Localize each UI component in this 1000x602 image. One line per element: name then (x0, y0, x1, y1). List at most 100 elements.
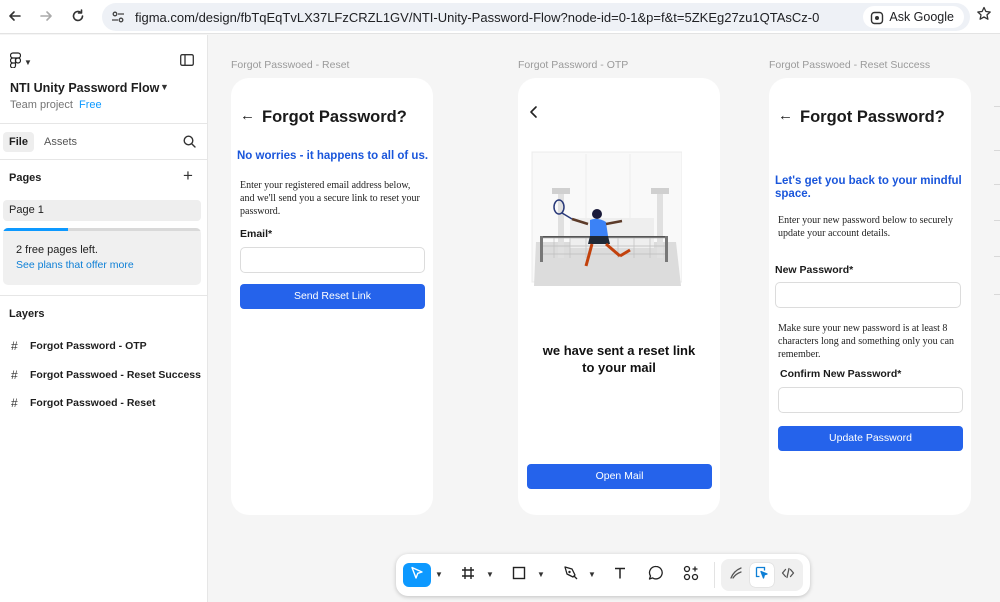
code-icon (781, 566, 795, 585)
frame-reset-success[interactable]: ← Forgot Password? Let's get you back to… (769, 78, 971, 515)
chevron-down-icon[interactable]: ▼ (160, 82, 169, 92)
browser-toolbar: figma.com/design/fbTqEqTvLX37LFzCRZL1GV/… (0, 0, 1000, 34)
email-label: Email* (240, 228, 273, 240)
layers-panel: ▼ NTI Unity Password Flow ▼ Team project… (0, 35, 208, 602)
shape-tool-button[interactable] (507, 563, 531, 587)
frame-icon: # (11, 368, 18, 382)
cursor-icon (410, 566, 424, 585)
draw-mode-button[interactable] (724, 563, 748, 587)
open-mail-button[interactable]: Open Mail (527, 464, 712, 489)
address-bar[interactable]: figma.com/design/fbTqEqTvLX37LFzCRZL1GV/… (102, 3, 970, 31)
lens-icon (870, 10, 884, 32)
back-icon[interactable] (4, 5, 26, 27)
chevron-down-icon[interactable]: ▼ (435, 570, 443, 579)
see-plans-link[interactable]: See plans that offer more (16, 259, 134, 271)
reset-heading: Forgot Password? (262, 108, 407, 126)
back-arrow-icon[interactable]: ← (778, 107, 793, 124)
pages-heading: Pages (9, 172, 42, 184)
add-page-icon[interactable]: + (183, 167, 193, 184)
update-password-button[interactable]: Update Password (778, 426, 963, 451)
frame-icon: # (11, 339, 18, 353)
confirm-password-field[interactable] (778, 387, 963, 413)
tab-assets[interactable]: Assets (44, 136, 77, 148)
layer-label: Forgot Passwoed - Reset (30, 397, 156, 409)
frame-icon: # (11, 396, 18, 410)
project-name[interactable]: NTI Unity Password Flow (10, 81, 159, 95)
layer-item[interactable]: # Forgot Passwoed - Reset Success (0, 365, 207, 385)
message-line-2: to your mail (582, 360, 656, 375)
bottom-toolbar: ▼ ▼ ▼ ▼ (396, 554, 810, 596)
text-icon (613, 566, 627, 585)
comment-tool-button[interactable] (644, 563, 668, 587)
ruler-tick (994, 184, 1000, 185)
layer-item[interactable]: # Forgot Password - OTP (0, 336, 207, 356)
page-item[interactable]: Page 1 (3, 200, 201, 221)
ruler-tick (994, 256, 1000, 257)
new-password-field[interactable] (775, 282, 961, 308)
search-icon[interactable] (183, 135, 196, 153)
frame-reset[interactable]: ← Forgot Password? No worries - it happe… (231, 78, 433, 515)
send-reset-link-button[interactable]: Send Reset Link (240, 284, 425, 309)
bookmark-star-icon[interactable] (976, 6, 992, 27)
message-line-1: we have sent a reset link (542, 343, 696, 358)
ruler-tick (994, 150, 1000, 151)
divider (0, 123, 207, 124)
url-text[interactable]: figma.com/design/fbTqEqTvLX37LFzCRZL1GV/… (135, 10, 819, 25)
frame-title-success[interactable]: Forgot Passwoed - Reset Success (769, 59, 930, 71)
comment-icon (648, 565, 664, 586)
design-canvas[interactable]: Forgot Passwoed - Reset ← Forgot Passwor… (208, 35, 1000, 602)
tab-file[interactable]: File (3, 132, 34, 152)
ruler-tick (994, 220, 1000, 221)
success-subheading: Let's get you back to your mindful space… (775, 175, 962, 200)
back-arrow-icon[interactable]: ← (240, 107, 255, 124)
actions-icon (683, 565, 699, 586)
design-mode-icon (755, 566, 769, 585)
move-tool-button[interactable] (403, 563, 431, 587)
toolbar-divider (714, 562, 715, 588)
draw-icon (729, 566, 743, 585)
team-label: Team project (10, 99, 73, 111)
reset-body: Enter your registered email address belo… (240, 180, 420, 217)
new-password-label: New Password* (775, 264, 854, 276)
layers-heading: Layers (9, 308, 45, 320)
chevron-down-icon[interactable]: ▼ (588, 570, 596, 579)
frame-otp[interactable]: we have sent a reset link to your mail O… (518, 78, 720, 515)
chevron-down-icon[interactable]: ▼ (537, 570, 545, 579)
reload-icon[interactable] (67, 5, 89, 27)
forward-icon[interactable] (35, 5, 57, 27)
frame-title-otp[interactable]: Forgot Password - OTP (518, 59, 628, 71)
main-menu-button[interactable]: ▼ (9, 52, 32, 73)
confirm-password-label: Confirm New Password* (780, 368, 902, 380)
mode-switcher (721, 559, 803, 591)
frame-icon (461, 566, 475, 585)
rectangle-icon (512, 566, 526, 585)
text-tool-button[interactable] (608, 563, 632, 587)
pen-tool-button[interactable] (558, 563, 582, 587)
chevron-down-icon[interactable]: ▼ (486, 570, 494, 579)
layer-label: Forgot Passwoed - Reset Success (30, 369, 201, 381)
success-body: Enter your new password below to securel… (778, 215, 953, 239)
layer-label: Forgot Password - OTP (30, 340, 147, 352)
tennis-illustration (526, 142, 683, 297)
frame-title-reset[interactable]: Forgot Passwoed - Reset (231, 59, 349, 71)
back-chevron-icon[interactable] (529, 105, 539, 124)
ruler-tick (994, 106, 1000, 107)
design-mode-button[interactable] (750, 563, 774, 587)
chevron-down-icon: ▼ (24, 58, 32, 67)
site-settings-icon[interactable] (111, 10, 125, 29)
toggle-sidebar-icon[interactable] (180, 53, 194, 71)
reset-link-sent-message: we have sent a reset link to your mail (518, 342, 720, 376)
plan-badge[interactable]: Free (79, 99, 102, 111)
ruler-tick (994, 294, 1000, 295)
actions-tool-button[interactable] (679, 563, 703, 587)
figma-logo-icon (9, 52, 22, 73)
layer-item[interactable]: # Forgot Passwoed - Reset (0, 393, 207, 413)
reset-subheading: No worries - it happens to all of us. (237, 150, 429, 162)
free-pages-text: 2 free pages left. (16, 244, 98, 256)
frame-tool-button[interactable] (456, 563, 480, 587)
ask-google-label: Ask Google (889, 10, 954, 24)
ask-google-button[interactable]: Ask Google (863, 6, 964, 28)
dev-mode-button[interactable] (776, 563, 800, 587)
email-field[interactable] (240, 247, 425, 273)
divider (0, 159, 207, 160)
